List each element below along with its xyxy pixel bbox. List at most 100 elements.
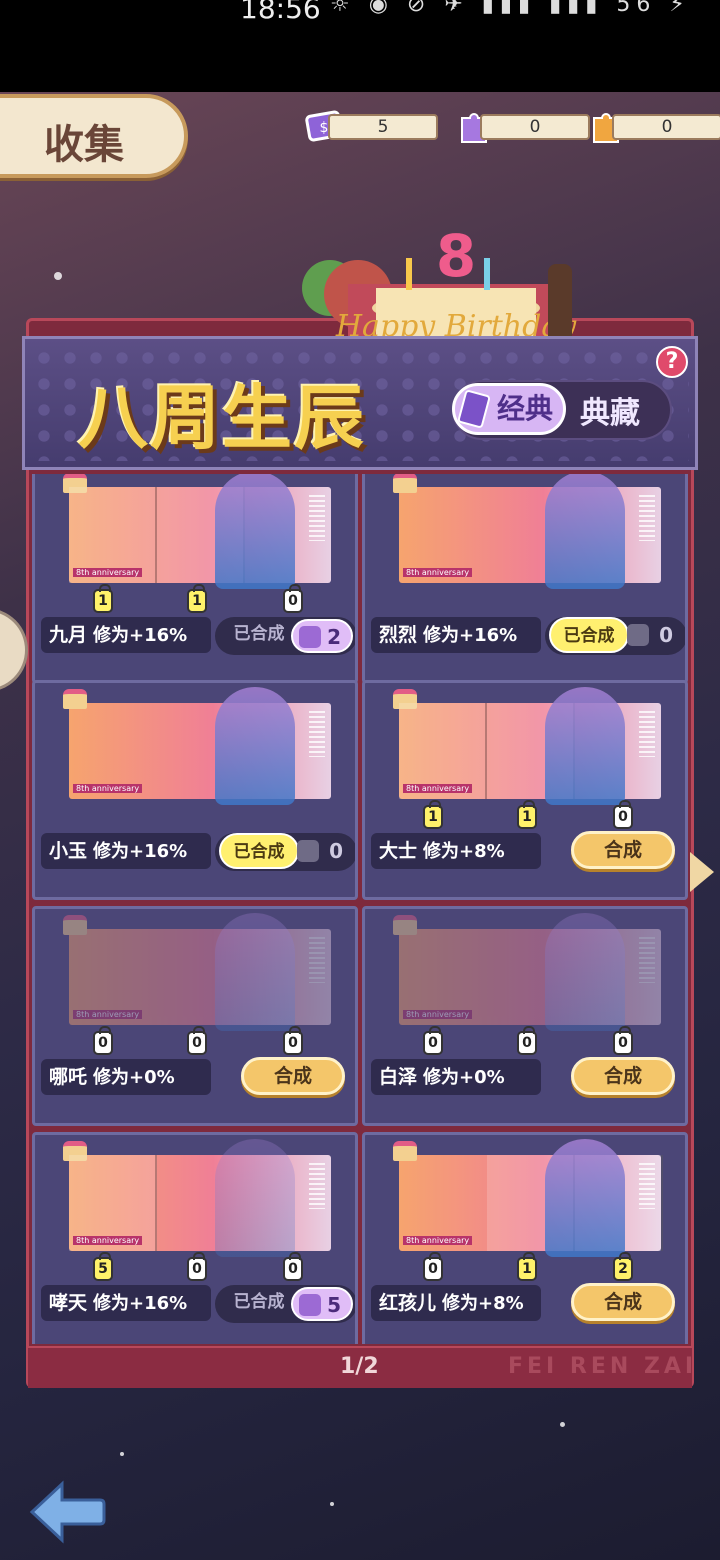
piece-counter: 1 (93, 584, 113, 613)
synthesize-button[interactable]: 合成 (571, 831, 675, 869)
synthesized-label: 已合成 (233, 1292, 285, 1312)
anniversary-tag: 8th anniversary (403, 784, 473, 793)
purple-puzzle-count: 0 (480, 114, 590, 140)
status-bar: 18:56 ☼ ◉ ⊘ ✈ ▮▮▮ ▮▮▮ 56 ⚡ (0, 0, 720, 92)
puzzle-icon (297, 840, 319, 862)
extra-piece-count: 0 (621, 619, 683, 653)
anniversary-tag: 8th anniversary (73, 784, 143, 793)
character-portrait (545, 913, 625, 1031)
card-name: 大士 修为+8% (371, 833, 541, 869)
card-icon (457, 389, 491, 429)
synthesized-label: 已合成 (549, 617, 629, 653)
character-name: 九月 (49, 624, 88, 646)
piece-counter: 1 (517, 1252, 537, 1281)
back-arrow-icon[interactable] (28, 1478, 106, 1546)
card-name: 白泽 修为+0% (371, 1059, 541, 1095)
brand-watermark: FEI REN ZAI (508, 1354, 698, 1379)
piece-counter: 0 (187, 1026, 207, 1055)
status-time: 18:56 (240, 0, 321, 25)
cake-number: 8 (436, 228, 476, 290)
anniversary-tag: 8th anniversary (403, 568, 473, 577)
piece-counter: 2 (613, 1252, 633, 1281)
puzzle-icon (299, 1294, 321, 1316)
anniversary-tag: 8th anniversary (73, 1236, 143, 1245)
cake-icon (393, 474, 417, 493)
character-portrait (545, 474, 625, 589)
character-name: 小玉 (49, 840, 88, 862)
extra-piece-count: 2 (291, 619, 353, 653)
card-name: 九月 修为+16% (41, 617, 211, 653)
piece-counter: 5 (93, 1252, 113, 1281)
page-title-text: 收集 (44, 122, 124, 168)
card-name: 哮天 修为+16% (41, 1285, 211, 1321)
character-portrait (215, 687, 295, 805)
cake-icon (393, 915, 417, 935)
next-page-arrow-icon[interactable] (690, 852, 714, 892)
character-portrait (215, 1139, 295, 1257)
bonus-text: 修为+8% (423, 841, 505, 862)
extra-piece-count: 5 (291, 1287, 353, 1321)
anniversary-tag: 8th anniversary (403, 1010, 473, 1019)
piece-counter: 0 (423, 1026, 443, 1055)
card-name: 哪吒 修为+0% (41, 1059, 211, 1095)
character-name: 哮天 (49, 1292, 88, 1314)
synthesize-button[interactable]: 合成 (241, 1057, 345, 1095)
character-portrait (215, 913, 295, 1031)
piece-counter: 0 (613, 800, 633, 829)
character-portrait (545, 1139, 625, 1257)
piece-counter: 1 (187, 584, 207, 613)
anniversary-tag: 8th anniversary (73, 1010, 143, 1019)
piece-counter: 0 (283, 1252, 303, 1281)
page-indicator: 1/2 (340, 1354, 379, 1379)
tab-classic-label: 经典 (496, 392, 553, 425)
card-lielie[interactable]: 8th anniversary 烈烈 修为+16% 已合成 0 (362, 474, 688, 684)
character-name: 哪吒 (49, 1066, 88, 1088)
page-title: 收集 (0, 94, 188, 178)
piece-counter: 0 (283, 1026, 303, 1055)
bonus-text: 修为+0% (93, 1067, 175, 1088)
help-button[interactable]: ? (656, 346, 688, 378)
synthesized-label: 已合成 (219, 833, 299, 869)
piece-counter: 0 (187, 1252, 207, 1281)
card-baize[interactable]: 8th anniversary 0 0 0 白泽 修为+0% 合成 (362, 906, 688, 1126)
bonus-text: 修为+16% (93, 1293, 188, 1314)
character-name: 红孩儿 (379, 1292, 437, 1314)
piece-counter: 1 (423, 800, 443, 829)
character-portrait (215, 474, 295, 589)
extra-piece-count: 0 (291, 835, 353, 869)
cake-icon (63, 689, 87, 709)
character-name: 大士 (379, 840, 418, 862)
piece-counter: 0 (93, 1026, 113, 1055)
tab-collection[interactable]: 典藏 (580, 388, 640, 432)
card-name: 红孩儿 修为+8% (371, 1285, 541, 1321)
bonus-text: 修为+16% (93, 841, 188, 862)
tab-classic[interactable]: 经典 (452, 383, 566, 435)
character-portrait (545, 687, 625, 805)
puzzle-icon (627, 624, 649, 646)
card-nezha[interactable]: 8th anniversary 0 0 0 哪吒 修为+0% 合成 (32, 906, 358, 1126)
synthesize-button[interactable]: 合成 (571, 1283, 675, 1321)
piece-counter: 0 (423, 1252, 443, 1281)
bonus-text: 修为+0% (423, 1067, 505, 1088)
synthesize-button[interactable]: 合成 (571, 1057, 675, 1095)
bonus-text: 修为+8% (442, 1293, 524, 1314)
card-jiuyue[interactable]: 8th anniversary 1 1 0 九月 修为+16% 已合成 2 (32, 474, 358, 684)
card-xiaoyu[interactable]: 8th anniversary 小玉 修为+16% 已合成 0 (32, 680, 358, 900)
cake-icon (63, 915, 87, 935)
card-honghaier[interactable]: 8th anniversary 0 1 2 红孩儿 修为+8% 合成 (362, 1132, 688, 1344)
puzzle-icon (299, 626, 321, 648)
card-grid: 8th anniversary 1 1 0 九月 修为+16% 已合成 2 8th… (32, 474, 690, 1344)
card-dashi[interactable]: 8th anniversary 1 1 0 大士 修为+8% 合成 (362, 680, 688, 900)
piece-counter: 1 (517, 800, 537, 829)
orange-puzzle-count: 0 (612, 114, 720, 140)
ticket-count: 5 (328, 114, 438, 140)
cake-icon (393, 1141, 417, 1161)
card-xiaotian[interactable]: 8th anniversary 5 0 0 哮天 修为+16% 已合成 5 (32, 1132, 358, 1344)
piece-counter: 0 (613, 1026, 633, 1055)
anniversary-tag: 8th anniversary (73, 568, 143, 577)
character-name: 烈烈 (379, 624, 418, 646)
event-title: 八周生辰 (78, 376, 366, 459)
piece-counter: 0 (517, 1026, 537, 1055)
character-name: 白泽 (379, 1066, 418, 1088)
card-name: 烈烈 修为+16% (371, 617, 541, 653)
